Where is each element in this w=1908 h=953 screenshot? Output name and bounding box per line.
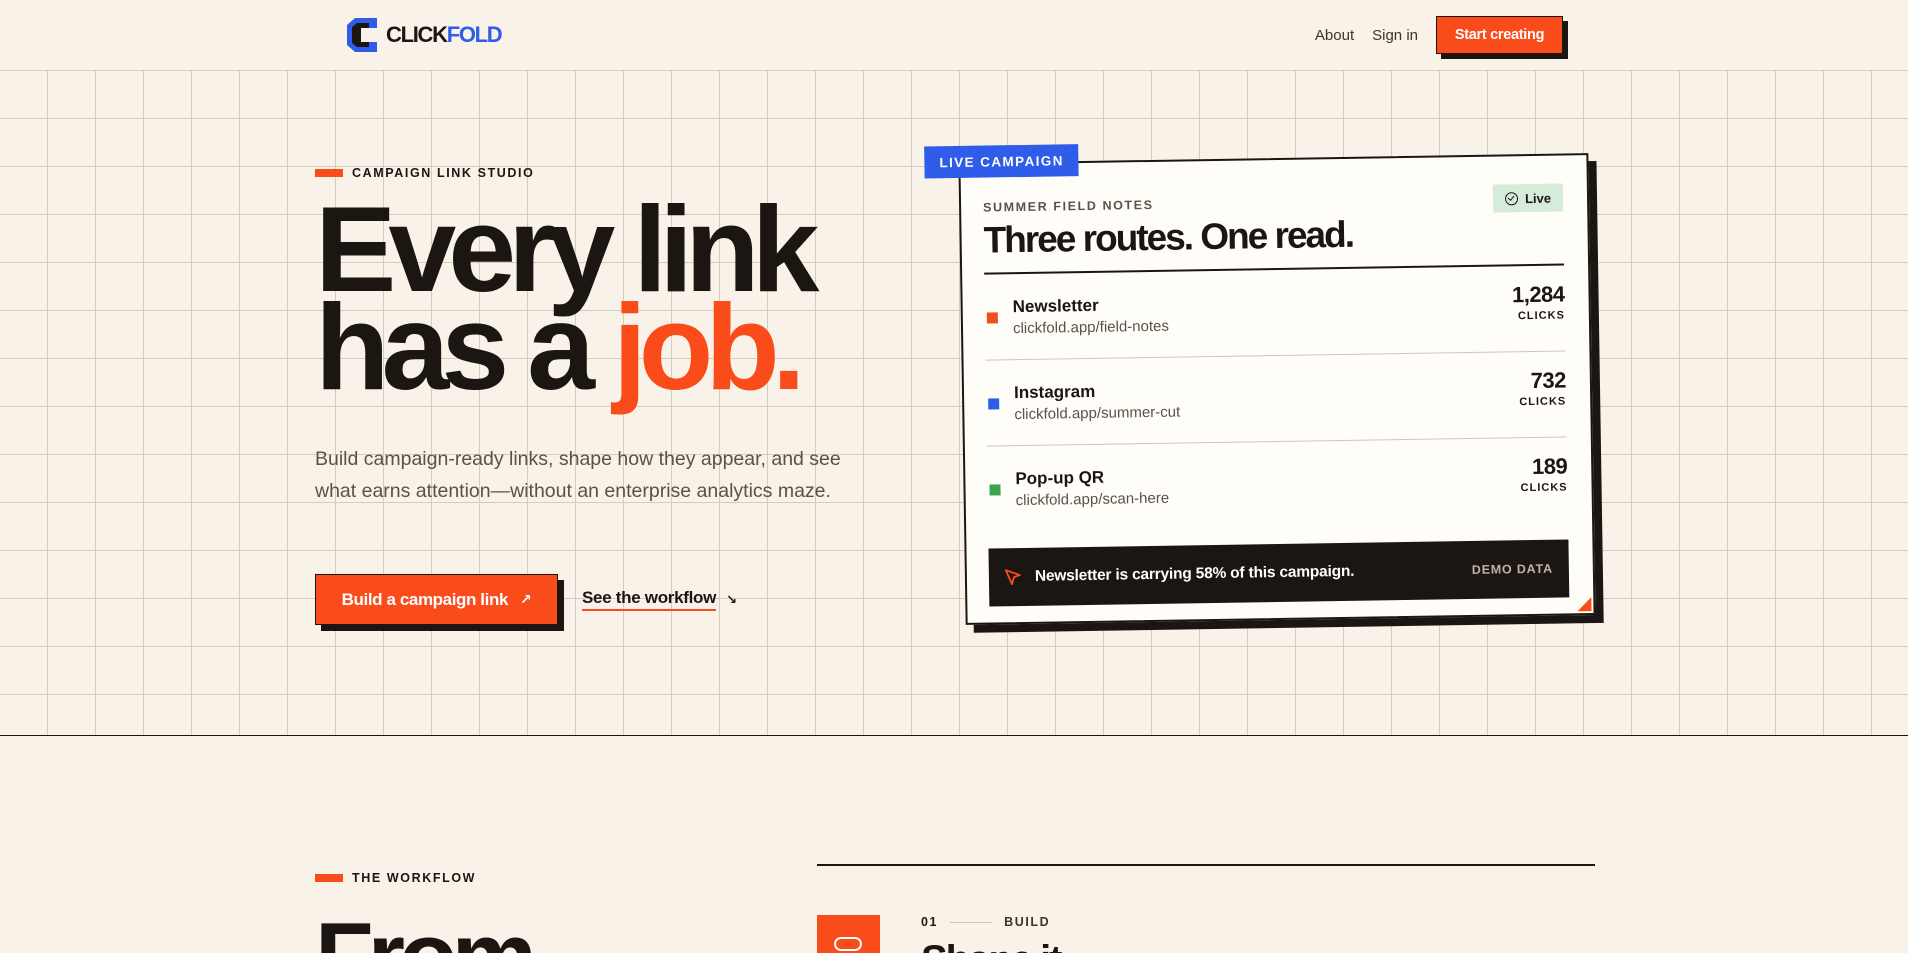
eyebrow-accent-bar <box>315 169 343 177</box>
build-campaign-link-label: Build a campaign link <box>341 589 509 609</box>
headline-accent-word: job. <box>612 279 806 415</box>
route-url: clickfold.app/field-notes <box>1012 317 1170 338</box>
route-clicks: 732 <box>1530 367 1567 394</box>
arrow-down-right-icon: ↘ <box>726 591 737 607</box>
card-title: Three routes. One read. <box>983 213 1354 261</box>
logo-wordmark-fold: FOLD <box>446 22 503 47</box>
route-url: clickfold.app/summer-cut <box>1014 403 1181 424</box>
link-icon <box>834 937 862 951</box>
route-clicks-unit: CLICKS <box>1520 481 1568 495</box>
route-color-swatch <box>986 312 998 324</box>
cursor-pointer-icon <box>1004 569 1021 586</box>
campaign-card-wrapper: SUMMER FIELD NOTES Three routes. One rea… <box>925 145 1596 625</box>
hero-subtitle: Build campaign-ready links, shape how th… <box>315 448 841 502</box>
route-name: Instagram <box>1013 381 1096 403</box>
check-circle-icon <box>1504 191 1519 205</box>
route-row[interactable]: Newsletter clickfold.app/field-notes 1,2… <box>984 265 1566 361</box>
workflow-eyebrow: THE WORKFLOW <box>315 871 476 885</box>
card-eyebrow: SUMMER FIELD NOTES <box>983 197 1154 215</box>
logo[interactable]: CLICKFOLD <box>347 18 503 52</box>
workflow-divider <box>817 864 1595 866</box>
insight-message: Newsletter is carrying 58% of this campa… <box>1034 562 1355 585</box>
workflow-step-number: 01 <box>921 915 939 929</box>
headline-line-2a: has a <box>315 279 613 415</box>
workflow-step-header: 01 BUILD <box>921 915 1050 929</box>
workflow-heading: From <box>315 912 531 953</box>
route-url: clickfold.app/scan-here <box>1015 489 1170 510</box>
clickfold-logo-icon <box>347 18 377 52</box>
nav-signin-link[interactable]: Sign in <box>1372 27 1418 44</box>
route-row[interactable]: Pop-up QR clickfold.app/scan-here 189 CL… <box>987 437 1568 532</box>
live-status-text: Live <box>1524 190 1552 206</box>
logo-wordmark: CLICKFOLD <box>386 22 503 48</box>
start-creating-button[interactable]: Start creating <box>1436 16 1563 54</box>
demo-data-label: DEMO DATA <box>1471 561 1553 577</box>
insight-bar: Newsletter is carrying 58% of this campa… <box>988 539 1570 607</box>
workflow-eyebrow-text: THE WORKFLOW <box>352 871 477 885</box>
route-color-swatch <box>988 398 1000 410</box>
route-name: Newsletter <box>1012 295 1099 317</box>
route-row[interactable]: Instagram clickfold.app/summer-cut 732 C… <box>986 351 1567 447</box>
route-clicks-unit: CLICKS <box>1517 309 1565 323</box>
nav-about-link[interactable]: About <box>1315 27 1354 44</box>
route-clicks: 1,284 <box>1511 281 1565 308</box>
see-workflow-link[interactable]: See the workflow ↘ <box>582 588 737 611</box>
workflow-step-title: Shape it <box>921 940 1081 953</box>
workflow-step-icon-box <box>817 915 880 953</box>
route-clicks: 189 <box>1531 453 1568 480</box>
build-campaign-link-button[interactable]: Build a campaign link ↗ <box>315 574 558 625</box>
live-campaign-tag: LIVE CAMPAIGN <box>925 145 1079 178</box>
workflow-step-label: BUILD <box>1004 915 1051 929</box>
live-status-badge: Live <box>1492 183 1564 213</box>
hero-headline: Every link has a job. <box>315 188 819 408</box>
route-name: Pop-up QR <box>1015 467 1105 489</box>
see-workflow-label: See the workflow <box>582 588 716 611</box>
workflow-step-title-text: Shape it <box>921 940 1081 953</box>
workflow-step-line <box>950 921 993 923</box>
campaign-card: SUMMER FIELD NOTES Three routes. One rea… <box>958 153 1596 625</box>
route-clicks-unit: CLICKS <box>1519 395 1567 409</box>
eyebrow-accent-bar <box>315 874 343 882</box>
hero-eyebrow-text: CAMPAIGN LINK STUDIO <box>352 166 535 180</box>
hero-eyebrow: CAMPAIGN LINK STUDIO <box>315 166 534 180</box>
arrow-up-right-icon: ↗ <box>520 591 532 607</box>
route-color-swatch <box>989 484 1001 496</box>
nav-links: About Sign in Start creating <box>1315 16 1563 54</box>
card-corner-fold <box>1577 597 1592 612</box>
logo-wordmark-click: CLICK <box>386 22 448 47</box>
top-nav: CLICKFOLD About Sign in Start creating <box>0 0 1908 71</box>
